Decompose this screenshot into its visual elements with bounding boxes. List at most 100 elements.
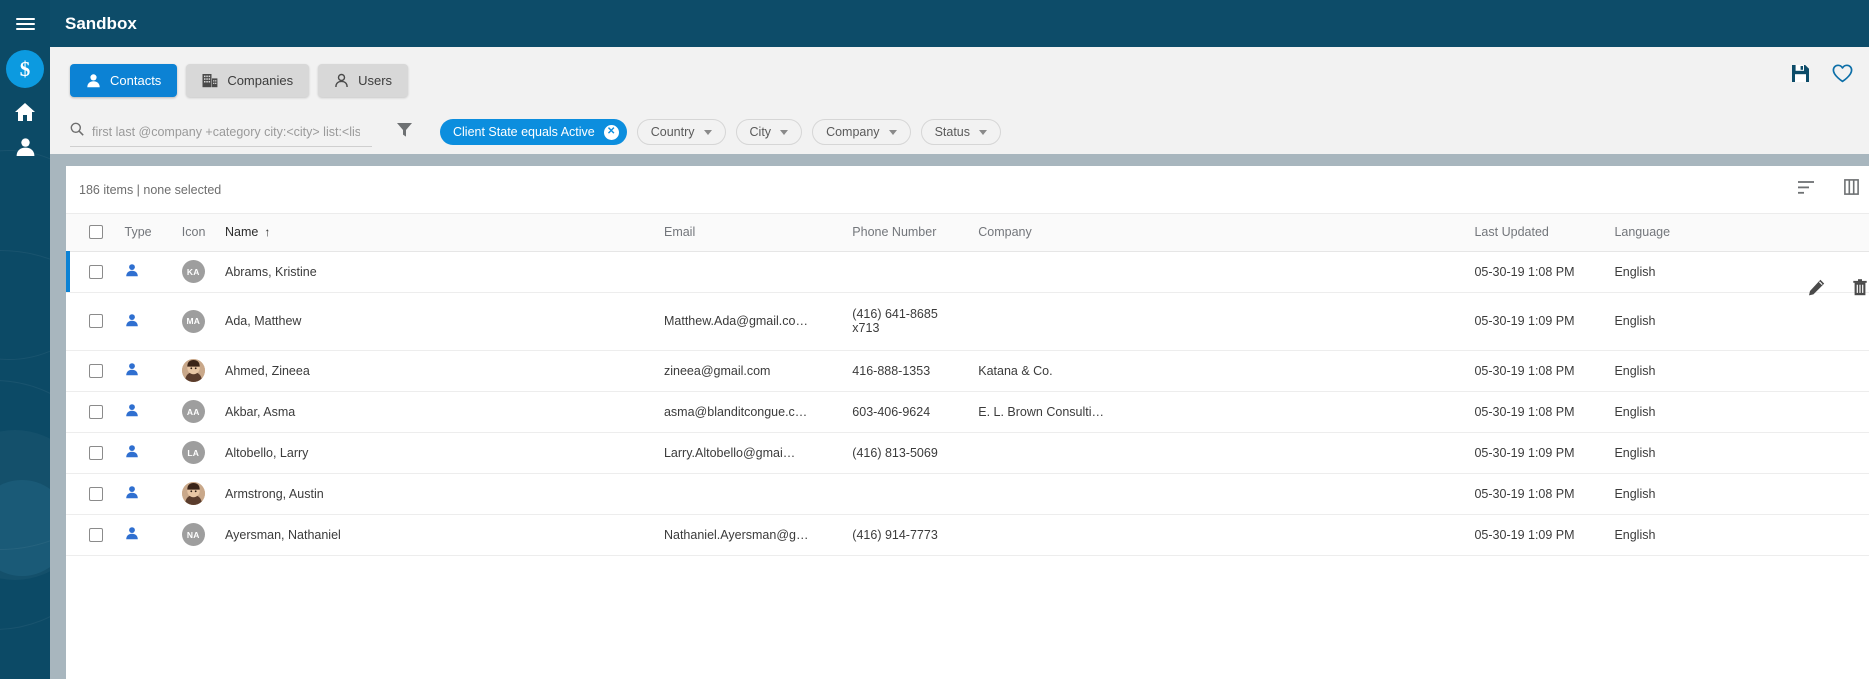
row-select-cell[interactable] <box>66 391 125 432</box>
column-header-name[interactable]: Name↑ <box>225 214 664 251</box>
search-input[interactable] <box>92 125 360 139</box>
filter-funnel-icon[interactable] <box>396 121 413 143</box>
cell-name[interactable]: Abrams, Kristine <box>225 251 664 292</box>
filter-dropdown-company[interactable]: Company <box>812 119 911 145</box>
contact-name-link[interactable]: Abrams, Kristine <box>225 265 664 279</box>
column-header-icon[interactable]: Icon <box>182 214 225 251</box>
row-checkbox[interactable] <box>89 265 103 279</box>
cell-name[interactable]: Armstrong, Austin <box>225 473 664 514</box>
contacts-table: Type Icon Name↑ Email Phone Number Compa… <box>66 214 1869 556</box>
select-all-checkbox[interactable] <box>89 225 103 239</box>
user-account-icon[interactable] <box>0 122 50 170</box>
app-logo-badge[interactable]: $ <box>6 50 44 88</box>
cell-language: English <box>1614 432 1869 473</box>
row-select-cell[interactable] <box>66 514 125 555</box>
column-header-language[interactable]: Language <box>1614 214 1869 251</box>
table-row[interactable]: Armstrong, Austin05-30-19 1:08 PMEnglish <box>66 473 1869 514</box>
cell-icon <box>182 473 225 514</box>
row-checkbox[interactable] <box>89 446 103 460</box>
column-header-company[interactable]: Company <box>978 214 1474 251</box>
tab-companies-label: Companies <box>227 73 293 88</box>
cell-icon <box>182 350 225 391</box>
column-header-last-updated[interactable]: Last Updated <box>1474 214 1614 251</box>
row-checkbox[interactable] <box>89 314 103 328</box>
cell-type <box>125 473 182 514</box>
cell-company <box>978 251 1474 292</box>
search-box[interactable] <box>70 118 372 147</box>
user-outline-icon <box>334 73 349 88</box>
table-body: KAAbrams, Kristine05-30-19 1:08 PMEnglis… <box>66 251 1869 555</box>
row-checkbox[interactable] <box>89 364 103 378</box>
cell-email: asma@blanditcongue.c… <box>664 391 852 432</box>
list-tools-group <box>1797 179 1859 200</box>
table-row[interactable]: NAAyersman, NathanielNathaniel.Ayersman@… <box>66 514 1869 555</box>
row-checkbox[interactable] <box>89 487 103 501</box>
row-select-cell[interactable] <box>66 251 125 292</box>
cell-name[interactable]: Altobello, Larry <box>225 432 664 473</box>
cell-phone: (416) 914-7773 <box>852 514 978 555</box>
cell-language: English <box>1614 251 1869 292</box>
contact-type-person-icon <box>125 313 182 330</box>
avatar <box>182 359 205 382</box>
row-select-cell[interactable] <box>66 473 125 514</box>
tab-users[interactable]: Users <box>318 64 408 97</box>
chevron-down-icon <box>780 130 788 135</box>
filter-chip-remove-icon[interactable]: ✕ <box>604 125 619 140</box>
table-row[interactable]: LAAltobello, LarryLarry.Altobello@gmai…(… <box>66 432 1869 473</box>
sort-icon[interactable] <box>1797 180 1816 200</box>
column-header-phone[interactable]: Phone Number <box>852 214 978 251</box>
column-header-email[interactable]: Email <box>664 214 852 251</box>
cell-last-updated: 05-30-19 1:08 PM <box>1474 350 1614 391</box>
tab-contacts[interactable]: Contacts <box>70 64 177 97</box>
row-select-cell[interactable] <box>66 432 125 473</box>
row-select-cell[interactable] <box>66 292 125 350</box>
contact-type-person-icon <box>125 403 182 420</box>
filter-dropdown-country[interactable]: Country <box>637 119 726 145</box>
table-row[interactable]: AAAkbar, Asmaasma@blanditcongue.c…603-40… <box>66 391 1869 432</box>
contact-name-link[interactable]: Altobello, Larry <box>225 446 664 460</box>
contact-type-person-icon <box>125 263 182 280</box>
favorite-heart-icon[interactable] <box>1832 64 1853 88</box>
edit-pencil-icon[interactable] <box>1808 279 1825 299</box>
filter-dropdown-city[interactable]: City <box>736 119 803 145</box>
row-checkbox[interactable] <box>89 528 103 542</box>
contacts-list-card: 186 items | none selected <box>66 166 1869 679</box>
table-row[interactable]: KAAbrams, Kristine05-30-19 1:08 PMEnglis… <box>66 251 1869 292</box>
sort-ascending-icon: ↑ <box>264 225 270 239</box>
save-icon[interactable] <box>1791 64 1810 88</box>
page-title: Sandbox <box>65 14 137 34</box>
cell-name[interactable]: Akbar, Asma <box>225 391 664 432</box>
hamburger-menu-icon[interactable] <box>0 0 50 47</box>
cell-name[interactable]: Ada, Matthew <box>225 292 664 350</box>
cell-name[interactable]: Ahmed, Zineea <box>225 350 664 391</box>
filter-chip-client-state[interactable]: Client State equals Active ✕ <box>440 119 627 145</box>
delete-trash-icon[interactable] <box>1853 279 1867 299</box>
avatar: NA <box>182 523 205 546</box>
column-header-type[interactable]: Type <box>125 214 182 251</box>
contact-name-link[interactable]: Ayersman, Nathaniel <box>225 528 664 542</box>
cell-name[interactable]: Ayersman, Nathaniel <box>225 514 664 555</box>
contact-name-link[interactable]: Ada, Matthew <box>225 314 664 328</box>
toolbar-area: Contacts Companies <box>50 47 1869 154</box>
filter-dropdown-label: City <box>750 125 772 139</box>
contact-name-link[interactable]: Akbar, Asma <box>225 405 664 419</box>
filter-dropdown-status[interactable]: Status <box>921 119 1001 145</box>
cell-phone <box>852 473 978 514</box>
tab-companies[interactable]: Companies <box>186 64 309 97</box>
cell-company <box>978 473 1474 514</box>
columns-icon[interactable] <box>1844 179 1859 200</box>
filter-chip-row: Client State equals Active ✕ Country Cit… <box>440 119 1001 145</box>
row-action-group <box>1808 279 1867 299</box>
avatar: AA <box>182 400 205 423</box>
row-checkbox[interactable] <box>89 405 103 419</box>
cell-phone <box>852 251 978 292</box>
cell-language: English <box>1614 292 1869 350</box>
table-row[interactable]: MAAda, MatthewMatthew.Ada@gmail.co…(416)… <box>66 292 1869 350</box>
avatar: KA <box>182 260 205 283</box>
contact-name-link[interactable]: Armstrong, Austin <box>225 487 664 501</box>
contact-name-link[interactable]: Ahmed, Zineea <box>225 364 664 378</box>
list-item-count: 186 items | none selected <box>79 183 221 197</box>
table-row[interactable]: Ahmed, Zineeazineea@gmail.com416-888-135… <box>66 350 1869 391</box>
entity-tab-group: Contacts Companies <box>70 64 408 97</box>
row-select-cell[interactable] <box>66 350 125 391</box>
